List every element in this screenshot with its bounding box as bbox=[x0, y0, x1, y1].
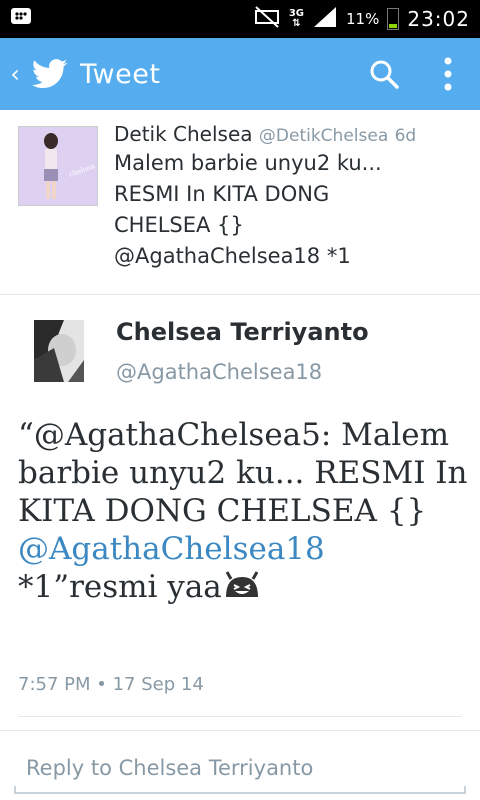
tweet-line: CHELSEA {} bbox=[114, 213, 244, 237]
more-vert-icon[interactable] bbox=[416, 38, 480, 110]
parent-tweet[interactable]: chelsea Detik Chelsea @DetikChelsea 6d M… bbox=[0, 110, 480, 295]
avatar[interactable] bbox=[34, 320, 84, 382]
input-edge bbox=[14, 786, 16, 794]
tweet-time: 6d bbox=[394, 126, 417, 146]
tweet-author-handle[interactable]: @DetikChelsea bbox=[259, 126, 388, 146]
battery-icon bbox=[387, 8, 400, 30]
tweet-timestamp: 7:57 PM • 17 Sep 14 bbox=[18, 674, 204, 695]
twitter-bird-icon[interactable] bbox=[28, 54, 72, 94]
divider bbox=[0, 730, 480, 731]
chevron-left-icon[interactable]: ‹ bbox=[2, 60, 28, 88]
clock: 23:02 bbox=[407, 7, 470, 31]
mention-link[interactable]: @AgathaChelsea18 bbox=[18, 531, 325, 567]
data-arrows-icon: ⇅ bbox=[292, 18, 301, 29]
tweet-text-end: *1”resmi yaa bbox=[18, 569, 222, 605]
network-indicator: 3G ⇅ bbox=[289, 9, 304, 29]
page-title: Tweet bbox=[80, 58, 161, 90]
tweet-text: “@AgathaChelsea5: Malem barbie unyu2 ku.… bbox=[18, 417, 468, 529]
input-edge bbox=[464, 786, 466, 794]
reply-input[interactable]: Reply to Chelsea Terriyanto bbox=[14, 746, 466, 794]
battery-percent: 11% bbox=[346, 10, 380, 28]
bbm-notification-icon bbox=[10, 7, 32, 31]
mute-icon bbox=[253, 6, 281, 32]
status-bar: 3G ⇅ 11% 23:02 bbox=[0, 0, 480, 38]
signal-icon bbox=[312, 6, 338, 32]
tweet-line: @AgathaChelsea18 *1 bbox=[114, 244, 351, 268]
tweet-line: RESMI In KITA DONG bbox=[114, 182, 330, 206]
tweet-line: Malem barbie unyu2 ku... bbox=[114, 151, 382, 175]
author-handle[interactable]: @AgathaChelsea18 bbox=[116, 360, 322, 384]
tweet-author[interactable]: Chelsea Terriyanto @AgathaChelsea18 bbox=[0, 296, 480, 396]
tweet-text: Malem barbie unyu2 ku... RESMI In KITA D… bbox=[114, 148, 474, 272]
avatar[interactable]: chelsea bbox=[18, 126, 98, 206]
laughing-emoji-icon bbox=[222, 569, 262, 608]
divider bbox=[18, 716, 462, 717]
search-icon[interactable] bbox=[352, 38, 416, 110]
tweet-body: “@AgathaChelsea5: Malem barbie unyu2 ku.… bbox=[18, 416, 468, 608]
app-bar: ‹ Tweet bbox=[0, 38, 480, 110]
tweet-author-name[interactable]: Detik Chelsea bbox=[114, 122, 253, 146]
author-name[interactable]: Chelsea Terriyanto bbox=[116, 318, 369, 346]
